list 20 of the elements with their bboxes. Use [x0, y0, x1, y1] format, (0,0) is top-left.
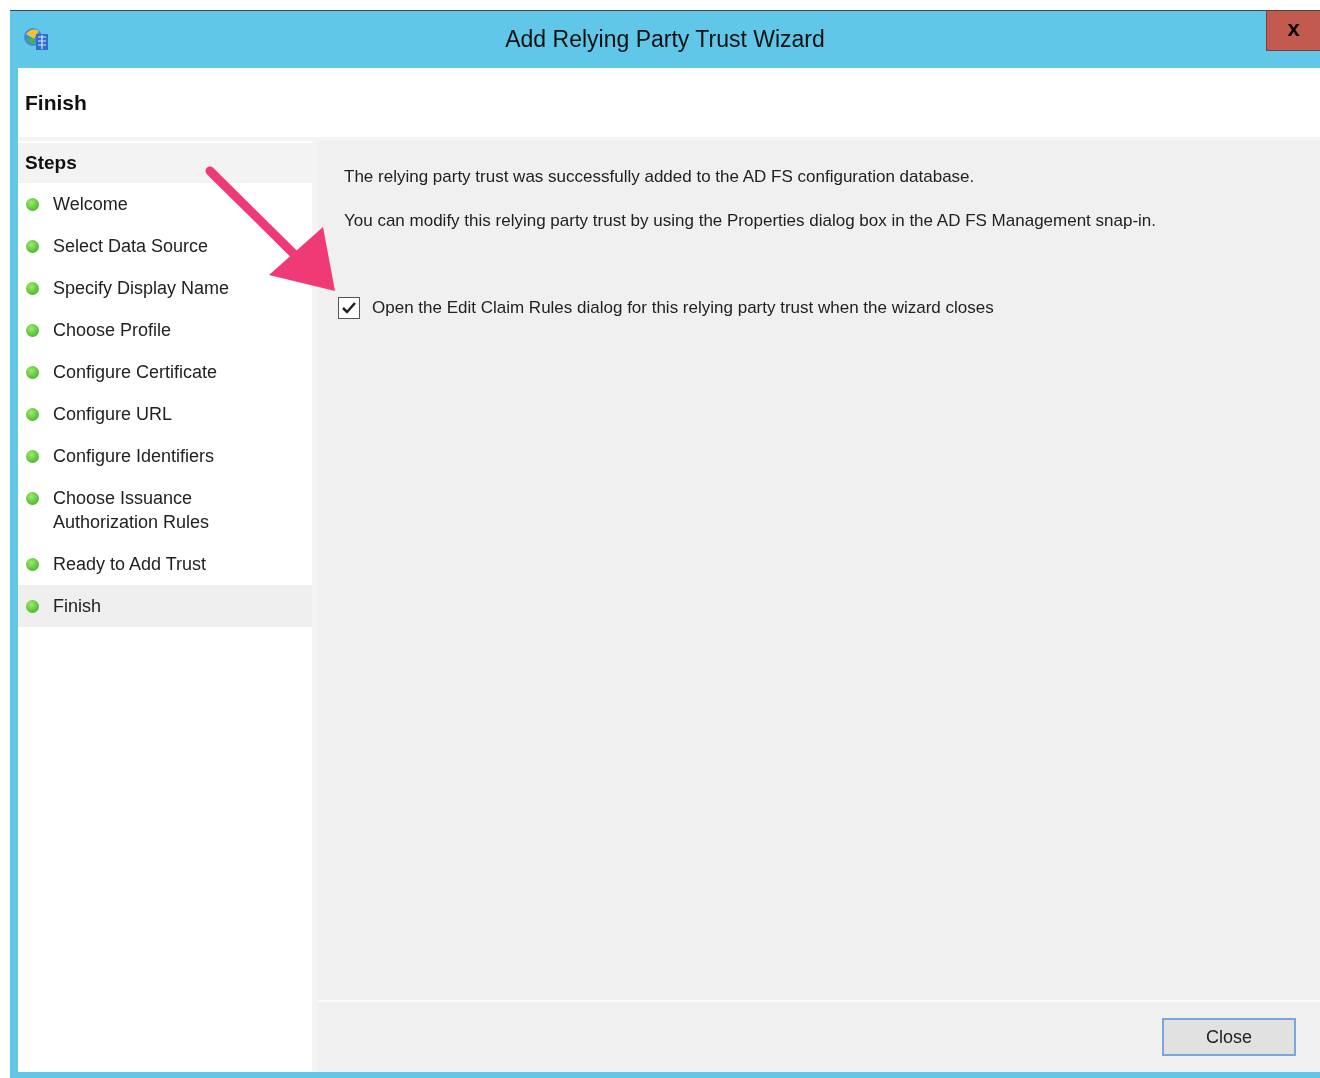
- step-label: Ready to Add Trust: [53, 553, 208, 576]
- message-text: The relying party trust was successfully added to the AD FS configuration database.: [344, 166, 976, 188]
- checkbox[interactable]: [338, 296, 360, 319]
- step-label: Configure URL: [53, 403, 174, 426]
- step-label: Choose Issuance Authorization Rules: [53, 487, 211, 534]
- message-text: You can modify this relying party trust by using the Properties dialog box in the AD FS Management snap-in.: [344, 210, 1158, 232]
- window-title: Add Relying Party Trust Wizard: [505, 25, 825, 55]
- step-label: Choose Profile: [53, 319, 173, 342]
- step-label: Welcome: [53, 193, 129, 216]
- window-close-button[interactable]: x: [1266, 11, 1320, 51]
- step-label: Select Data Source: [53, 235, 210, 258]
- checkmark-icon: [341, 300, 357, 315]
- page-title: Finish: [25, 89, 87, 116]
- steps-heading: Steps: [18, 143, 312, 183]
- step-label: Finish: [53, 595, 102, 618]
- close-dialog-button[interactable]: Close: [1162, 1018, 1296, 1056]
- step-label: Specify Display Name: [53, 277, 231, 300]
- checkbox-label: Open the Edit Claim Rules dialog for this relying party trust when the wizard closes: [372, 297, 994, 319]
- step-label: Configure Certificate: [53, 361, 219, 384]
- step-label: Configure Identifiers: [53, 445, 216, 468]
